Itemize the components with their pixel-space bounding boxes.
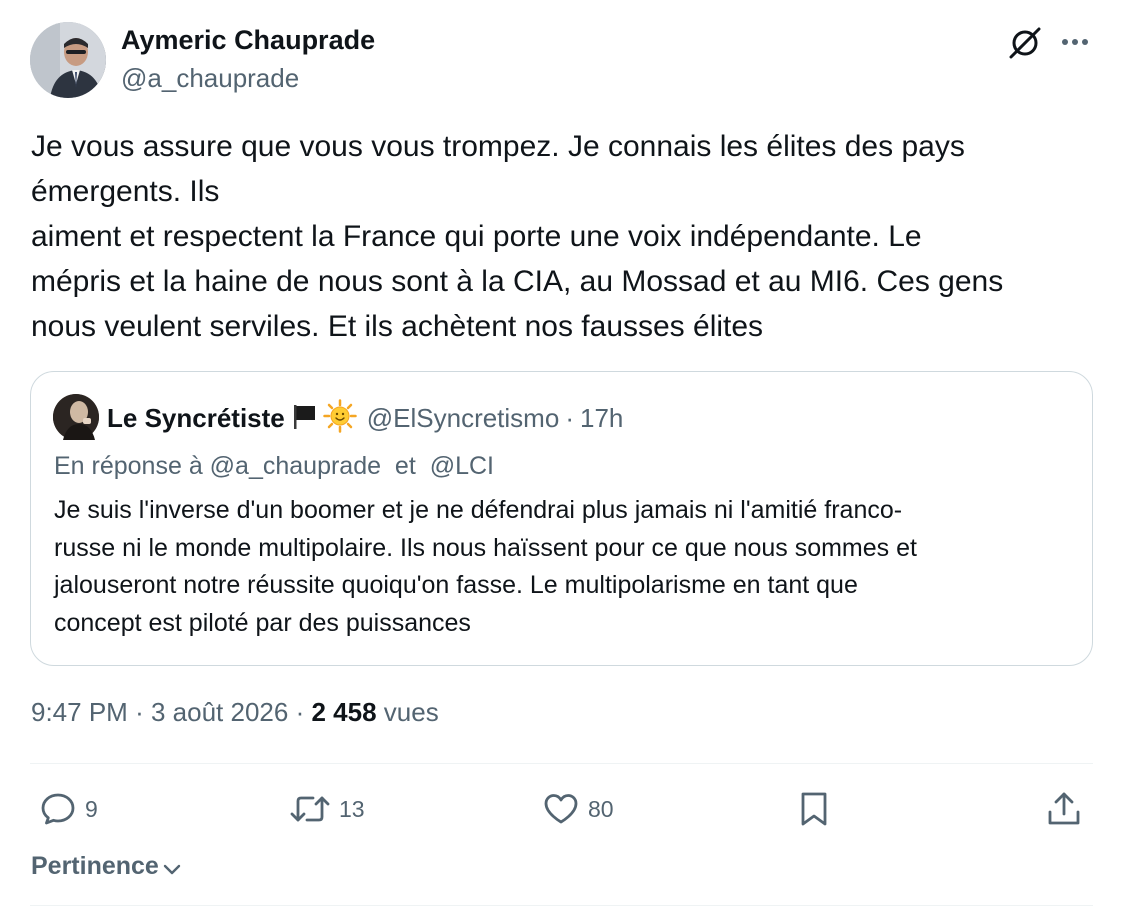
author-handle[interactable]: @a_chauprade xyxy=(121,63,299,94)
reply-count: 9 xyxy=(85,795,98,822)
reply-mention[interactable]: @a_chauprade xyxy=(210,452,381,480)
tweet-line: mépris et la haine de nous sont à la CIA… xyxy=(31,265,1004,298)
bookmark-button[interactable] xyxy=(795,787,833,831)
chevron-down-icon xyxy=(163,864,181,874)
bookmark-icon xyxy=(801,792,827,826)
divider xyxy=(30,763,1093,764)
quote-name[interactable]: Le Syncrétiste xyxy=(107,403,285,434)
tweet-line: nous veulent serviles. Et ils achètent n… xyxy=(31,310,764,343)
quote-line: concept est piloté par des puissances xyxy=(54,608,471,637)
like-icon xyxy=(544,794,578,824)
like-count: 80 xyxy=(588,795,614,822)
divider xyxy=(30,905,1093,906)
repost-button[interactable]: 13 xyxy=(289,787,365,831)
more-icon[interactable] xyxy=(1058,28,1092,56)
tweet-time[interactable]: 9:47 PM xyxy=(31,697,128,727)
sort-label: Pertinence xyxy=(31,852,159,880)
tweet-line: aiment et respectent la France qui porte… xyxy=(31,220,922,253)
tweet-line: émergents. Ils xyxy=(31,175,220,208)
repost-icon xyxy=(290,796,330,822)
author-name[interactable]: Aymeric Chauprade xyxy=(121,25,375,56)
reply-and: et xyxy=(394,452,416,480)
reply-button[interactable]: 9 xyxy=(39,787,98,831)
quote-text: Je suis l'inverse d'un boomer et je ne d… xyxy=(54,492,1074,642)
sort-dropdown[interactable]: Pertinence xyxy=(31,852,183,881)
avatar[interactable] xyxy=(30,22,106,98)
quote-handle[interactable]: @ElSyncretismo xyxy=(367,403,560,434)
reply-mention[interactable]: @LCI xyxy=(430,452,494,480)
tweet-date[interactable]: 3 août 2026 xyxy=(151,697,288,727)
quoted-tweet[interactable]: Le Syncrétiste @ElSyncretismo · 17h En r… xyxy=(30,371,1093,666)
reply-context: En réponse à @a_chauprade et @LCI xyxy=(54,452,494,481)
quote-line: Je suis l'inverse d'un boomer et je ne d… xyxy=(54,496,903,524)
share-icon xyxy=(1048,792,1080,825)
quote-avatar[interactable] xyxy=(53,394,99,440)
tweet-page: Aymeric Chauprade @a_chauprade Je vous a… xyxy=(0,0,1123,907)
reply-prefix: En réponse à xyxy=(54,452,203,480)
sun-emoji-icon xyxy=(323,398,357,438)
like-button[interactable]: 80 xyxy=(542,787,614,831)
tweet-meta: 9:47 PM · 3 août 2026 · 2 458 vues xyxy=(31,697,439,728)
quote-line: russe ni le monde multipolaire. Ils nous… xyxy=(54,533,917,562)
tweet-line: Je vous assure que vous vous trompez. Je… xyxy=(31,130,965,163)
separator: · xyxy=(135,697,144,727)
black-flag-icon xyxy=(289,401,319,436)
quote-line: jalouseront notre réussite quoiqu'on fas… xyxy=(54,571,858,599)
separator: · xyxy=(565,402,574,433)
separator: · xyxy=(295,697,305,727)
tweet-text: Je vous assure que vous vous trompez. Je… xyxy=(31,124,1091,349)
quote-time[interactable]: 17h xyxy=(580,403,623,434)
share-button[interactable] xyxy=(1045,787,1083,831)
quote-header: Le Syncrétiste @ElSyncretismo · 17h xyxy=(107,398,623,438)
grok-icon[interactable] xyxy=(1006,24,1044,62)
repost-count: 13 xyxy=(339,795,365,822)
reply-icon xyxy=(41,793,75,825)
views-label: vues xyxy=(383,697,439,727)
views-count: 2 458 xyxy=(311,697,377,727)
